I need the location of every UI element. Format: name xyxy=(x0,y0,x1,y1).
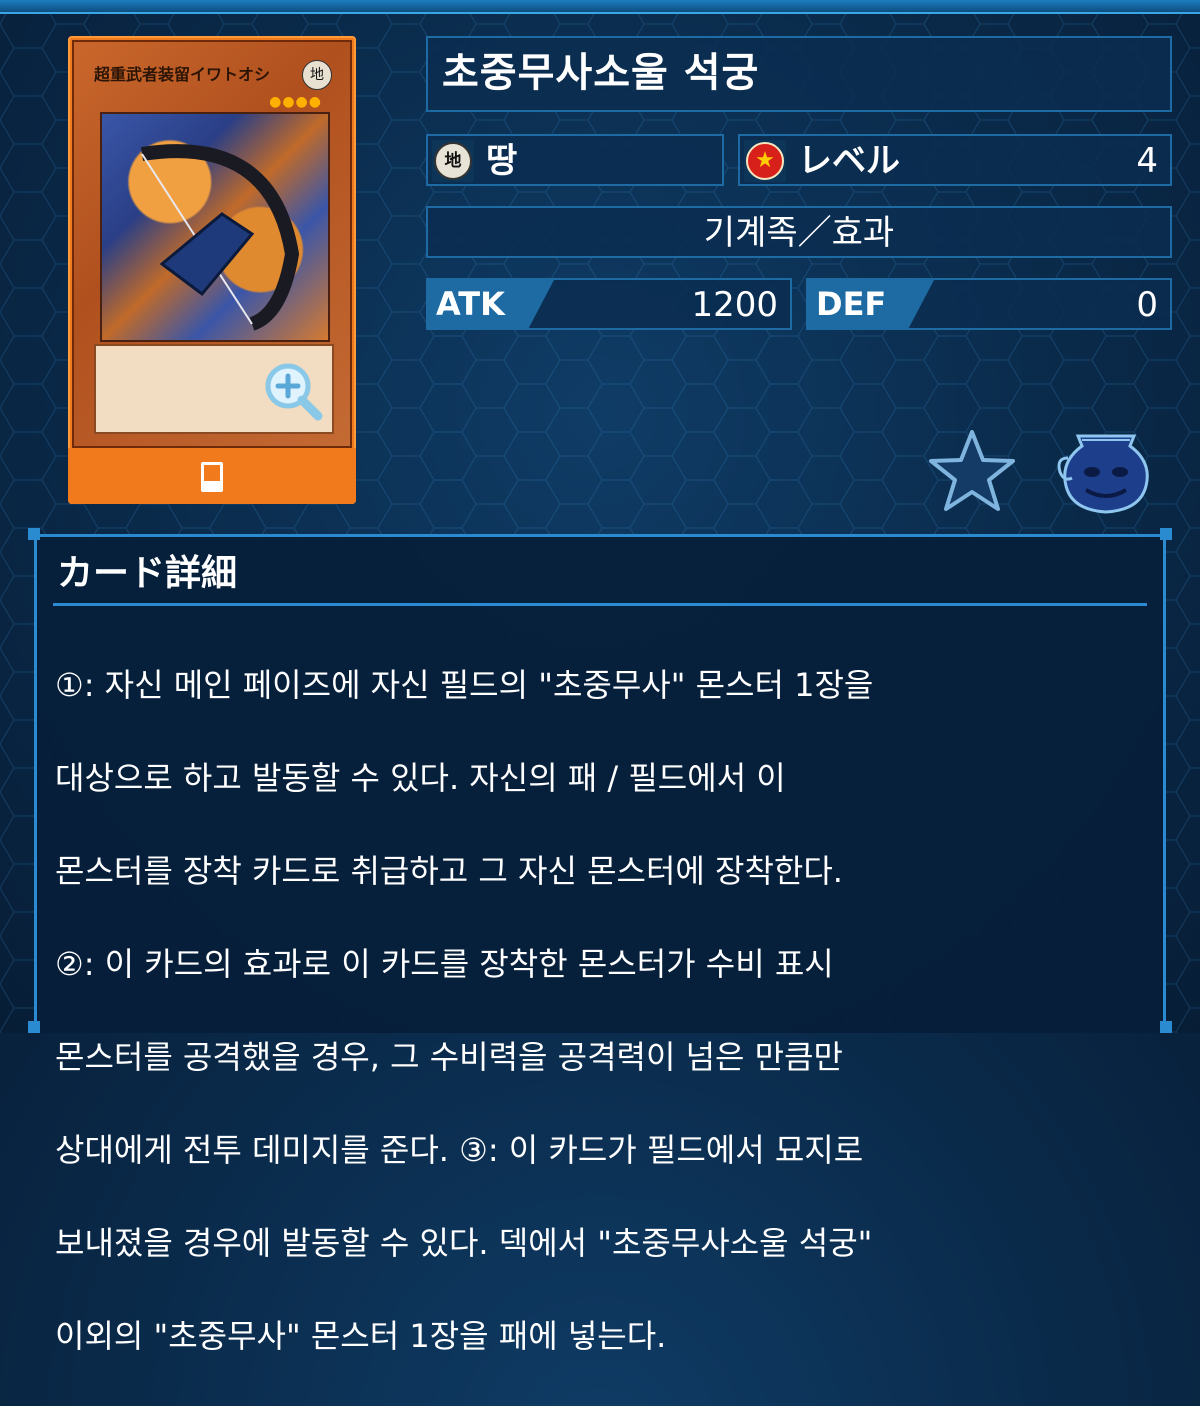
detail-corner xyxy=(28,1021,40,1033)
level-star-icon: ★ xyxy=(746,142,784,180)
level-label: レベル xyxy=(798,141,900,181)
top-bar xyxy=(0,0,1200,14)
card-detail-panel: カード詳細 ①: 자신 메인 페이즈에 자신 필드의 "초중무사" 몬스터 1장… xyxy=(34,534,1166,1355)
card-art-level-stars: ●●●● xyxy=(269,94,322,110)
favorite-star-icon[interactable] xyxy=(928,428,1016,512)
card-art-name: 超重武者装留イワトオシ xyxy=(94,65,271,84)
effect-line: 몬스터를 공격했을 경우, 그 수비력을 공격력이 넘은 만큼만 xyxy=(55,1037,843,1076)
effect-line: 이외의 "초중무사" 몬스터 1장을 패에 넣는다. xyxy=(55,1316,667,1355)
effect-line: ②: 이 카드의 효과로 이 카드를 장착한 몬스터가 수비 표시 xyxy=(55,944,834,983)
atk-panel: ATK 1200 xyxy=(426,278,792,330)
pot-of-greed-icon[interactable] xyxy=(1056,428,1156,514)
level-value: 4 xyxy=(1136,141,1158,181)
def-value: 0 xyxy=(1136,285,1158,325)
zoom-in-icon[interactable] xyxy=(262,360,324,422)
card-name: 초중무사소울 석궁 xyxy=(442,50,760,96)
level-panel: ★ レベル 4 xyxy=(738,134,1172,186)
effect-line: 상대에게 전투 데미지를 준다. ③: 이 카드가 필드에서 묘지로 xyxy=(55,1130,864,1169)
effect-line: ①: 자신 메인 페이즈에 자신 필드의 "초중무사" 몬스터 1장을 xyxy=(55,665,874,704)
effect-line: 보내졌을 경우에 발동할 수 있다. 덱에서 "초중무사소울 석궁" xyxy=(55,1223,873,1262)
bow-illustration xyxy=(140,144,300,331)
type-line: 기계족／효과 xyxy=(426,206,1172,258)
earth-attribute-icon: 地 xyxy=(434,142,472,180)
def-label: DEF xyxy=(808,280,934,328)
card-type-icon xyxy=(201,462,223,492)
effect-line: 몬스터를 장착 카드로 취급하고 그 자신 몬스터에 장착한다. xyxy=(55,851,843,890)
detail-corner xyxy=(1160,1021,1172,1033)
atk-value: 1200 xyxy=(691,285,778,325)
card-art-attribute: 地 xyxy=(302,60,332,90)
attribute-icon-box: 地 xyxy=(432,140,474,182)
card-illustration xyxy=(100,112,330,342)
atk-label: ATK xyxy=(428,280,554,328)
def-panel: DEF 0 xyxy=(806,278,1172,330)
detail-corner xyxy=(28,528,40,540)
level-icon-box: ★ xyxy=(744,140,786,182)
detail-title: カード詳細 xyxy=(57,553,238,594)
detail-corner xyxy=(1160,528,1172,540)
attribute-panel: 地 땅 xyxy=(426,134,724,186)
effect-line: 대상으로 하고 발동할 수 있다. 자신의 패 / 필드에서 이 xyxy=(55,758,786,797)
detail-divider xyxy=(53,603,1147,606)
card-effect-text: ①: 자신 메인 페이즈에 자신 필드의 "초중무사" 몬스터 1장을 대상으로… xyxy=(55,615,1155,1406)
card-artwork[interactable]: 超重武者装留イワトオシ 地 ●●●● xyxy=(72,40,352,448)
attribute-label: 땅 xyxy=(486,141,518,181)
card-name-panel: 초중무사소울 석궁 xyxy=(426,36,1172,112)
